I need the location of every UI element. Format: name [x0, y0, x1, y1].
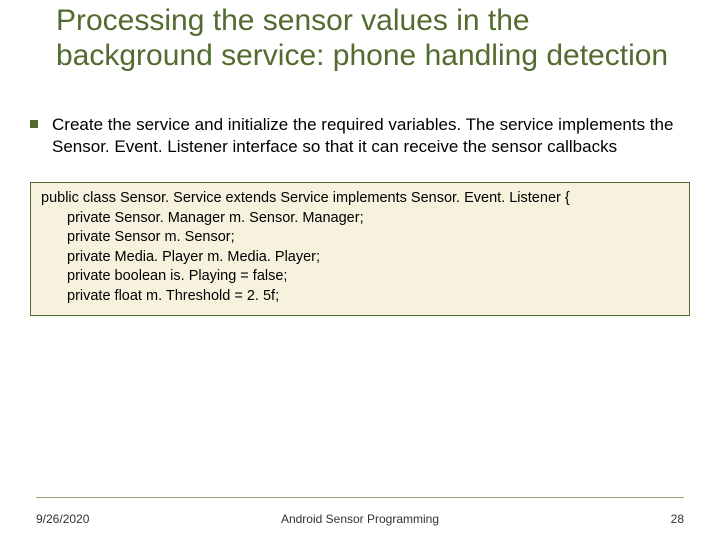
footer-date: 9/26/2020	[36, 512, 89, 526]
footer-title: Android Sensor Programming	[36, 512, 684, 526]
bullet-item: Create the service and initialize the re…	[30, 114, 690, 158]
bullet-text: Create the service and initialize the re…	[52, 114, 690, 158]
code-line: private Sensor m. Sensor;	[41, 228, 679, 248]
code-block: public class Sensor. Service extends Ser…	[30, 182, 690, 315]
code-line: private Media. Player m. Media. Player;	[41, 248, 679, 268]
slide-footer: 9/26/2020 Android Sensor Programming 28	[36, 512, 684, 526]
footer-divider	[36, 497, 684, 498]
code-line: private Sensor. Manager m. Sensor. Manag…	[41, 209, 679, 229]
page-number: 28	[671, 512, 684, 526]
code-line: private float m. Threshold = 2. 5f;	[41, 287, 679, 307]
slide-title: Processing the sensor values in the back…	[56, 4, 676, 73]
square-bullet-icon	[30, 120, 38, 128]
code-line: private boolean is. Playing = false;	[41, 267, 679, 287]
slide-body: Create the service and initialize the re…	[30, 114, 690, 316]
code-line: public class Sensor. Service extends Ser…	[41, 189, 679, 209]
